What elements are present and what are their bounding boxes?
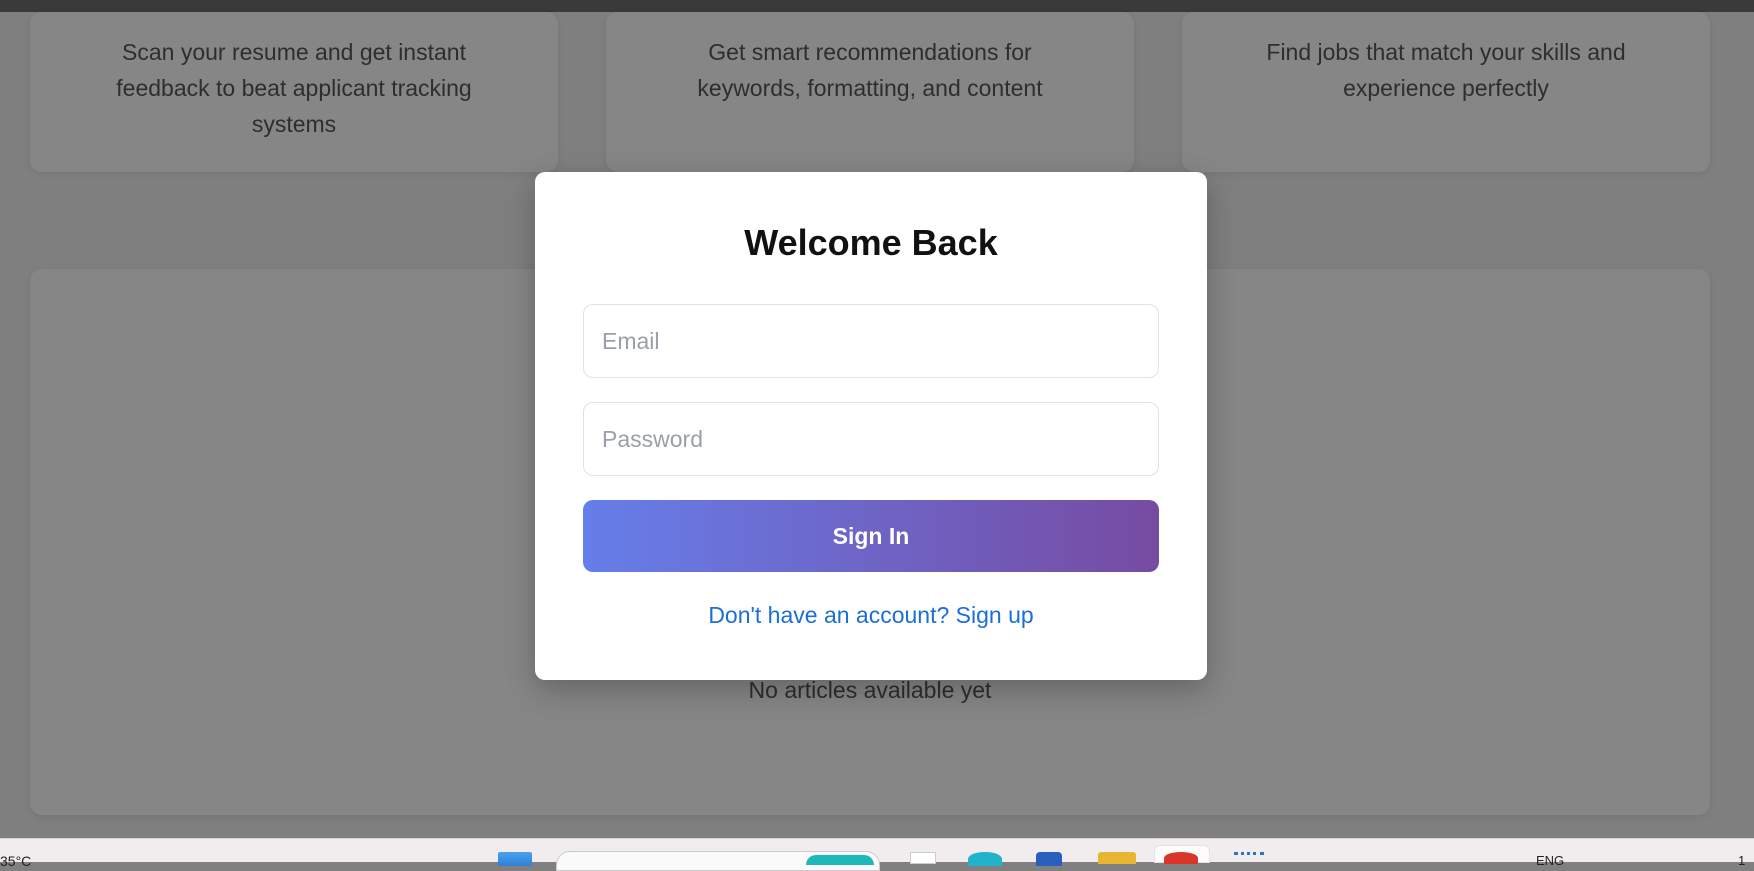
sign-up-link[interactable]: Don't have an account? Sign up bbox=[535, 602, 1207, 629]
taskbar: 35°C ENG 1 bbox=[0, 838, 1754, 871]
taskview-icon[interactable] bbox=[910, 852, 936, 864]
search-highlight-icon bbox=[806, 855, 874, 865]
sign-in-button[interactable]: Sign In bbox=[583, 500, 1159, 572]
edge-icon[interactable] bbox=[968, 852, 1002, 866]
chrome-icon[interactable] bbox=[1164, 852, 1198, 864]
windows-start-icon[interactable] bbox=[498, 852, 532, 866]
clock-text[interactable]: 1 bbox=[1738, 853, 1745, 868]
file-explorer-icon[interactable] bbox=[1098, 852, 1136, 864]
store-icon[interactable] bbox=[1036, 852, 1062, 866]
language-indicator[interactable]: ENG bbox=[1536, 853, 1564, 868]
login-modal: Welcome Back Sign In Don't have an accou… bbox=[535, 172, 1207, 680]
password-field[interactable] bbox=[583, 402, 1159, 476]
email-field[interactable] bbox=[583, 304, 1159, 378]
modal-title: Welcome Back bbox=[744, 222, 998, 263]
app-icon[interactable] bbox=[1234, 852, 1264, 864]
weather-text[interactable]: 35°C bbox=[0, 853, 31, 869]
